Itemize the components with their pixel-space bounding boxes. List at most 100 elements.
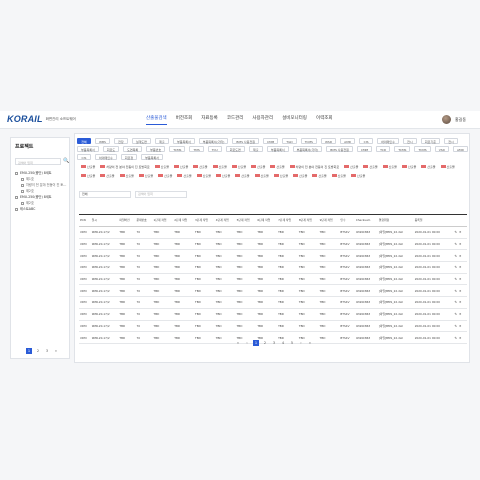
category-chip[interactable]: 하의메인수 xyxy=(377,138,399,144)
page-button[interactable]: 4 xyxy=(280,340,286,346)
edit-icon[interactable]: ✎ xyxy=(454,277,457,281)
tag-item[interactable]: 차량이 전 분야 전동이 진 토방회로 xyxy=(289,164,339,169)
tag-item[interactable]: 산출물 xyxy=(270,164,285,169)
checkbox[interactable] xyxy=(15,207,18,211)
category-chip[interactable]: 전시 xyxy=(402,138,417,144)
table-cell[interactable]: [파일]BMS_22.dat xyxy=(377,273,414,286)
page-button[interactable]: 2 xyxy=(35,348,41,354)
category-chip[interactable]: 제출 xyxy=(154,138,169,144)
category-chip[interactable]: TCMS xyxy=(394,146,411,152)
category-chip[interactable]: CMM xyxy=(356,146,373,152)
delete-icon[interactable]: ✕ xyxy=(459,242,462,246)
checkbox[interactable] xyxy=(21,189,24,193)
page-button[interactable]: ‹ xyxy=(244,340,250,346)
category-chip[interactable]: 회로기준 xyxy=(420,138,440,144)
tag-item[interactable]: 산출물 xyxy=(212,164,227,169)
table-row[interactable]: XDM 9MR-20-17/2 TBD 70 TBD TBD TBD TBD TBD TBD TBD… xyxy=(79,308,467,321)
page-button[interactable]: 1 xyxy=(26,348,32,354)
delete-icon[interactable]: ✕ xyxy=(459,300,462,304)
category-chip[interactable]: 부품목록서(기타) xyxy=(292,146,323,152)
category-chip[interactable]: WBS xyxy=(95,138,110,144)
delete-icon[interactable]: ✕ xyxy=(459,336,462,340)
tag-item[interactable]: 산출물 xyxy=(382,164,397,169)
category-chip[interactable]: AMD xyxy=(452,146,468,152)
tag-item[interactable]: 산출물 xyxy=(401,164,416,169)
edit-icon[interactable]: ✎ xyxy=(454,300,457,304)
page-button[interactable]: « xyxy=(235,340,241,346)
category-chip[interactable]: 회로도면 xyxy=(225,146,245,152)
tag-item[interactable]: 산출물 xyxy=(215,173,230,178)
nav-item[interactable]: 사용자관리 xyxy=(252,115,273,125)
table-row[interactable]: XDM 9MR-20-17/2 TBD 70 TBD TBD TBD TBD TBD TBD TBD… xyxy=(79,238,467,251)
page-button[interactable]: » xyxy=(53,348,59,354)
category-chip[interactable]: BMS 사용전원 xyxy=(326,146,353,152)
category-chip[interactable]: 제출 xyxy=(248,146,263,152)
table-row[interactable]: XDM 9MR-20-17/2 TBD 70 TBD TBD TBD TBD TBD TBD TBD… xyxy=(79,249,467,263)
table-row[interactable]: XDM 9MR-20-17/2 TBD 70 TBD TBD TBD TBD TBD TBD TBD… xyxy=(79,273,467,286)
category-chip[interactable]: 부품목록서 xyxy=(77,146,99,152)
filter-select[interactable]: 전체 xyxy=(79,191,131,198)
tag-item[interactable]: 산출물 xyxy=(196,173,211,178)
category-chip[interactable]: 전시 xyxy=(443,138,458,144)
category-chip[interactable]: TCU xyxy=(207,146,222,152)
page-button[interactable]: » xyxy=(307,340,313,346)
delete-icon[interactable]: ✕ xyxy=(459,324,462,328)
category-chip[interactable]: 부품번호 xyxy=(146,146,166,152)
tree-item[interactable]: 테스트ABC xyxy=(15,206,66,212)
checkbox[interactable] xyxy=(21,177,24,181)
tag-item[interactable]: 산출물 xyxy=(235,173,250,178)
delete-icon[interactable]: ✕ xyxy=(459,289,462,293)
page-button[interactable]: › xyxy=(298,340,304,346)
category-chip[interactable]: TCD xyxy=(376,146,391,152)
nav-item[interactable]: 설비모니터링 xyxy=(282,115,307,125)
category-chip[interactable]: CIS xyxy=(359,138,374,144)
page-button[interactable]: 3 xyxy=(44,348,50,354)
nav-item[interactable]: 산출물검색 xyxy=(146,115,167,125)
tag-item[interactable]: 산출물 xyxy=(350,173,365,178)
category-chip[interactable]: 부품목록서 xyxy=(172,138,195,144)
nav-item[interactable]: 이력조회 xyxy=(316,115,333,125)
tag-item[interactable]: 산출물 xyxy=(293,173,307,178)
delete-icon[interactable]: ✕ xyxy=(459,265,462,269)
category-chip[interactable]: CMM xyxy=(262,138,279,144)
delete-icon[interactable]: ✕ xyxy=(459,230,462,234)
table-cell[interactable]: [파일]BMS_22.dat xyxy=(377,261,414,274)
category-chip[interactable]: CIS xyxy=(77,154,91,160)
table-row[interactable]: XDM 9MR-20-17/2 TBD 70 TBD TBD TBD TBD TBD TBD TBD… xyxy=(79,284,467,298)
tag-item[interactable]: 산출물 xyxy=(154,164,169,169)
category-chip[interactable]: TMS xyxy=(189,146,204,152)
nav-item[interactable]: 자료등록 xyxy=(201,115,218,125)
table-cell[interactable]: [파일]BMS_22.dat xyxy=(377,284,414,298)
delete-icon[interactable]: ✕ xyxy=(459,277,462,281)
table-cell[interactable]: [파일]BMS_22.dat xyxy=(377,226,414,239)
category-chip[interactable]: 전체 xyxy=(77,138,91,144)
edit-icon[interactable]: ✎ xyxy=(454,324,457,328)
edit-icon[interactable]: ✎ xyxy=(454,265,457,269)
checkbox[interactable] xyxy=(21,183,24,187)
tag-item[interactable]: 산출물 xyxy=(173,164,188,169)
edit-icon[interactable]: ✎ xyxy=(454,242,457,246)
table-cell[interactable]: [파일]BMS_22.dat xyxy=(377,320,414,333)
tag-item[interactable]: 산출물 xyxy=(331,173,346,178)
page-button[interactable]: 1 xyxy=(253,340,259,346)
edit-icon[interactable]: ✎ xyxy=(454,230,457,234)
tag-item[interactable]: 산출물 xyxy=(193,164,208,169)
category-chip[interactable]: TGD xyxy=(282,138,297,144)
tag-item[interactable]: 산출물 xyxy=(254,173,269,178)
category-chip[interactable]: TCMS xyxy=(414,146,431,152)
tag-item[interactable]: 산출물 xyxy=(421,164,436,169)
nav-item[interactable]: 버전조회 xyxy=(176,115,193,125)
table-cell[interactable]: [파일]BMS_22.dat xyxy=(377,296,414,309)
table-cell[interactable]: [파일]BMS_22.dat xyxy=(377,308,414,321)
edit-icon[interactable]: ✎ xyxy=(454,254,457,258)
filter-search-input[interactable]: 검색어 입력 xyxy=(135,191,187,198)
category-chip[interactable]: 도면목록 xyxy=(123,146,143,152)
tag-item[interactable]: 산출물 xyxy=(100,173,115,178)
table-cell[interactable]: [파일]BMS_22.dat xyxy=(377,238,414,251)
category-chip[interactable]: TCMS xyxy=(169,146,186,152)
tag-item[interactable]: 산출물 xyxy=(363,164,378,169)
category-chip[interactable]: 하의메인수 xyxy=(95,154,117,160)
delete-icon[interactable]: ✕ xyxy=(459,254,462,258)
sidebar-search-input[interactable]: 검색어 입력 xyxy=(15,158,61,165)
tag-item[interactable]: 산출물 xyxy=(312,173,327,178)
